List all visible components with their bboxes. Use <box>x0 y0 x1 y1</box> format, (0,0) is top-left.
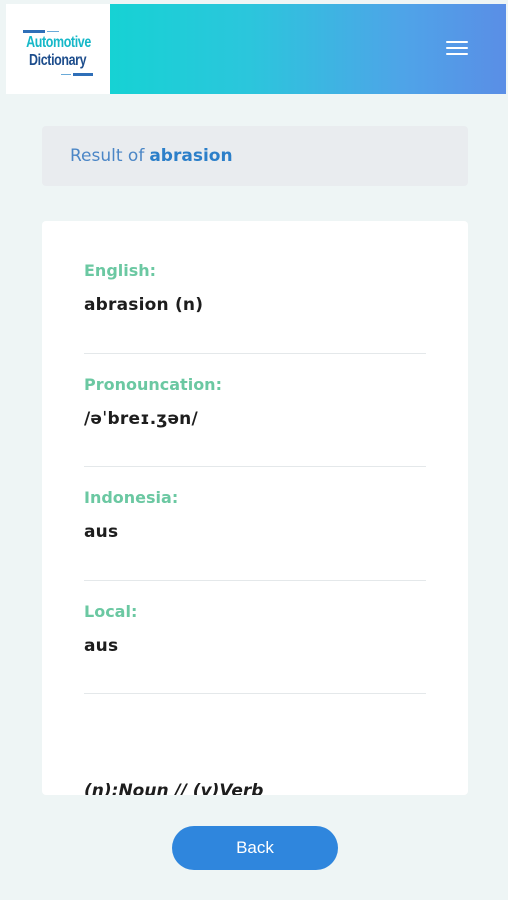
divider <box>84 353 426 354</box>
result-heading: Result of abrasion <box>42 126 468 186</box>
logo-decoration <box>23 30 45 33</box>
entry-english: English: abrasion (n) <box>84 261 426 315</box>
header-bar <box>110 4 506 94</box>
entry-value: /əˈbreɪ.ʒən/ <box>84 409 198 429</box>
result-term: abrasion <box>149 146 233 166</box>
entry-local: Local: aus <box>84 602 426 656</box>
logo-text-line1: Automotive <box>25 34 91 51</box>
definition-card: English: abrasion (n) Pronouncation: /əˈ… <box>42 221 468 795</box>
divider <box>84 580 426 581</box>
logo-decoration <box>73 73 93 76</box>
back-button[interactable]: Back <box>172 826 338 870</box>
hamburger-menu-icon[interactable] <box>446 41 468 57</box>
logo-text-line2: Dictionary <box>29 52 87 69</box>
entry-value: aus <box>84 522 119 542</box>
part-of-speech-legend: (n):Noun // (v)Verb <box>84 781 264 795</box>
app-header: Automotive Dictionary <box>6 4 506 94</box>
entry-label: Pronouncation: <box>84 375 222 394</box>
logo-decoration <box>47 31 59 32</box>
divider <box>84 693 426 694</box>
entry-label: Indonesia: <box>84 488 179 507</box>
result-prefix: Result of <box>70 146 145 166</box>
entry-value: aus <box>84 636 119 656</box>
logo-decoration <box>61 74 71 75</box>
divider <box>84 466 426 467</box>
entry-label: Local: <box>84 602 138 621</box>
page: Automotive Dictionary Result of abrasion… <box>0 0 508 900</box>
entry-value: abrasion (n) <box>84 295 204 315</box>
entry-label: English: <box>84 261 157 280</box>
entry-indonesia: Indonesia: aus <box>84 488 426 542</box>
entry-pronunciation: Pronouncation: /əˈbreɪ.ʒən/ <box>84 375 426 429</box>
automotive-dictionary-logo: Automotive Dictionary <box>22 21 94 83</box>
logo-container[interactable]: Automotive Dictionary <box>6 4 110 94</box>
